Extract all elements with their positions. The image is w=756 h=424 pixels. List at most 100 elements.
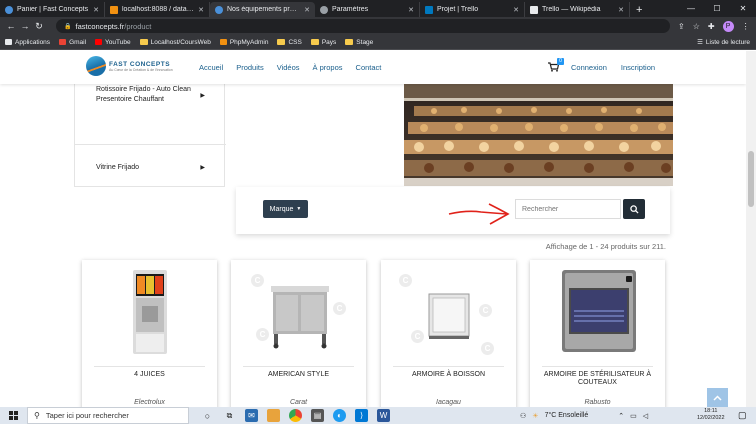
profile-avatar[interactable]: P [722, 20, 734, 32]
chrome-icon[interactable] [289, 409, 302, 422]
brand-dropdown-button[interactable]: Marque ▼ [263, 200, 308, 218]
browser-tab[interactable]: localhost:8088 / database / ✕ [105, 2, 210, 17]
notifications-icon[interactable]: ▢ [738, 410, 747, 421]
bookmark-gmail[interactable]: Gmail [59, 39, 86, 46]
browser-tab[interactable]: Trello — Wikipédia ✕ [525, 2, 630, 17]
extension-puzzle-icon[interactable]: ✚ [708, 22, 715, 31]
maximize-icon[interactable]: ☐ [704, 0, 730, 17]
share-icon[interactable]: ⇪ [678, 22, 685, 31]
reading-list[interactable]: ☰ Liste de lecture [697, 38, 750, 47]
tab-title: Projet | Trello [437, 6, 479, 13]
hero-image-bakery-display [404, 84, 673, 186]
product-card[interactable]: C C C AMERICAN STYLE Carat [231, 260, 366, 407]
product-image [540, 266, 655, 358]
divider [393, 366, 504, 367]
task-view-icon[interactable]: ⧉ [223, 409, 236, 422]
nav-produits[interactable]: Produits [236, 63, 264, 72]
tab-title: localhost:8088 / database / [122, 6, 195, 13]
cortana-icon[interactable]: ○ [201, 409, 214, 422]
forward-arrow-icon[interactable]: → [18, 21, 32, 31]
folder-icon [139, 39, 148, 45]
bookmark-pays[interactable]: Pays [310, 39, 336, 46]
url-host: fastconcepts.fr [75, 21, 125, 31]
reload-icon[interactable]: ↻ [32, 21, 46, 32]
star-icon[interactable]: ☆ [693, 22, 700, 31]
minimize-icon[interactable]: — [678, 0, 704, 17]
page-scrollbar[interactable] [746, 51, 756, 407]
close-tab-icon[interactable]: ✕ [93, 6, 99, 14]
bookmark-stage[interactable]: Stage [345, 39, 373, 46]
close-tab-icon[interactable]: ✕ [304, 6, 310, 14]
file-explorer-icon[interactable] [267, 409, 280, 422]
weather-text[interactable]: 7°C Ensoleillé [545, 412, 589, 419]
close-tab-icon[interactable]: ✕ [618, 6, 624, 14]
bookmark-youtube[interactable]: YouTube [95, 39, 131, 46]
nav-accueil[interactable]: Accueil [199, 63, 223, 72]
logo-name: FAST CONCEPTS [109, 60, 171, 68]
scrollbar-thumb[interactable] [748, 151, 754, 207]
login-link[interactable]: Connexion [571, 63, 607, 72]
cart-count-badge: 0 [557, 58, 564, 65]
sidebar-item-label: Vitrine Frijado [96, 164, 140, 171]
site-favicon-icon [215, 5, 223, 14]
lock-icon: 🔒 [64, 23, 72, 30]
product-brand: Carat [289, 399, 308, 406]
network-icon[interactable]: ▭ [630, 412, 637, 420]
product-card[interactable]: ARMOIRE DE STÉRILISATEUR À COUTEAUX Rabu… [530, 260, 665, 407]
search-button[interactable] [623, 199, 645, 219]
close-tab-icon[interactable]: ✕ [513, 6, 519, 14]
product-image: C C C C [391, 266, 506, 358]
nav-a-propos[interactable]: À propos [313, 63, 343, 72]
menu-kebab-icon[interactable]: ⋮ [742, 22, 750, 31]
product-name[interactable]: AMERICAN STYLE [237, 371, 360, 379]
site-logo[interactable]: FAST CONCEPTS Au Cœur de la Création & d… [86, 56, 173, 76]
app-icon[interactable]: ▤ [311, 409, 324, 422]
product-card[interactable]: C C C C ARMOIRE À BOISSON Iacagau [381, 260, 516, 407]
bookmark-label: PhpMyAdmin [229, 38, 269, 46]
signup-link[interactable]: Inscription [621, 63, 655, 72]
watermark-icon: C [411, 330, 424, 343]
person-icon[interactable]: ⚇ [520, 412, 526, 420]
windows-taskbar: ⚲ Taper ici pour rechercher ○ ⧉ ✉ ▤ ◐ ⟩ … [0, 407, 756, 424]
clock[interactable]: 18:11 12/02/2022 [697, 408, 725, 422]
bookmark-phpmyadmin[interactable]: PhpMyAdmin [219, 38, 269, 46]
bookmark-label: Gmail [69, 38, 87, 46]
windows-start-icon[interactable] [0, 411, 27, 420]
search-input[interactable] [515, 199, 621, 219]
url-bar[interactable]: 🔒 fastconcepts.fr/product [56, 19, 670, 33]
logo-tagline: Au Cœur de la Création & de l'Innovation [109, 67, 173, 72]
close-window-icon[interactable]: ✕ [730, 0, 756, 17]
back-to-top-button[interactable] [707, 388, 728, 407]
nav-contact[interactable]: Contact [356, 63, 382, 72]
word-icon[interactable]: W [377, 409, 390, 422]
close-tab-icon[interactable]: ✕ [408, 6, 414, 14]
red-arrow-annotation [448, 203, 510, 225]
new-tab-button[interactable]: + [630, 2, 648, 17]
product-name[interactable]: ARMOIRE À BOISSON [387, 371, 510, 379]
browser-tab[interactable]: Panier | Fast Concepts ✕ [0, 2, 105, 17]
browser-tab[interactable]: Paramètres ✕ [315, 2, 420, 17]
back-arrow-icon[interactable]: ← [4, 21, 18, 31]
browser-tab-active[interactable]: Nos équipements professi ✕ [210, 2, 315, 17]
chevron-up-icon[interactable]: ⌃ [618, 412, 624, 420]
close-tab-icon[interactable]: ✕ [198, 6, 204, 14]
sidebar-item-vitrine[interactable]: Vitrine Frijado ▶ [75, 163, 226, 173]
browser-tab[interactable]: Projet | Trello ✕ [420, 2, 525, 17]
reading-list-icon: ☰ [697, 39, 703, 46]
product-name[interactable]: 4 JUICES [88, 371, 211, 379]
bookmark-localhost[interactable]: Localhost/CoursWeb [139, 39, 211, 46]
app-icon[interactable]: ◐ [333, 409, 346, 422]
product-name[interactable]: ARMOIRE DE STÉRILISATEUR À COUTEAUX [536, 371, 659, 387]
bookmark-applications[interactable]: Applications [5, 39, 50, 46]
taskbar-search-box[interactable]: ⚲ Taper ici pour rechercher [27, 407, 189, 424]
nav-videos[interactable]: Vidéos [277, 63, 300, 72]
vscode-icon[interactable]: ⟩ [355, 409, 368, 422]
bookmark-css[interactable]: CSS [277, 39, 302, 46]
divider [243, 366, 354, 367]
mail-icon[interactable]: ✉ [245, 409, 258, 422]
product-brand: Electrolux [134, 399, 165, 406]
watermark-icon: C [481, 342, 494, 355]
sidebar-item-rotissoire[interactable]: Rotissoire Frijado - Auto Clean Presento… [75, 85, 226, 105]
product-card[interactable]: 4 JUICES Electrolux [82, 260, 217, 407]
volume-icon[interactable]: ◁ [643, 412, 648, 420]
